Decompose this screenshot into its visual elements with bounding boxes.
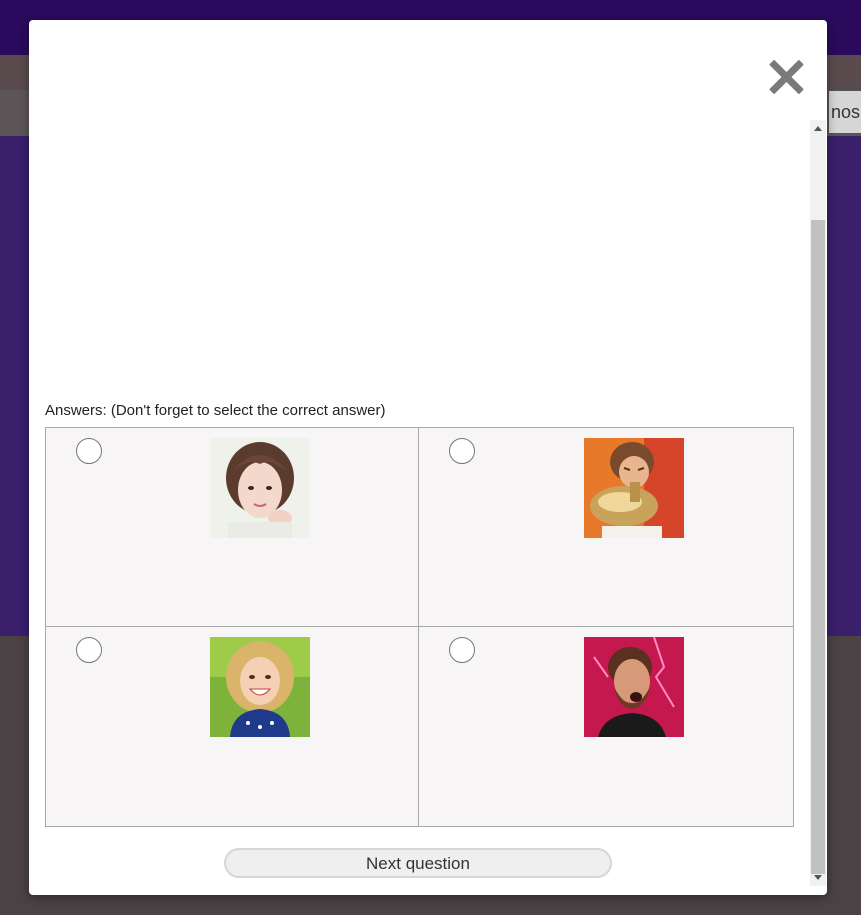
answer-image-4 [584,637,684,737]
next-question-button[interactable]: Next question [224,848,612,878]
answer-option-1[interactable] [45,427,419,627]
scroll-thumb[interactable] [811,220,825,874]
answer-radio-2[interactable] [449,438,475,464]
close-icon[interactable] [767,58,805,96]
answer-radio-4[interactable] [449,637,475,663]
answer-option-4[interactable] [419,627,794,827]
modal-scrollbar[interactable] [810,120,826,886]
answer-image-1 [210,438,310,538]
answer-radio-1[interactable] [76,438,102,464]
background-tab[interactable]: nos [828,90,861,134]
answers-grid [45,427,794,827]
answer-radio-3[interactable] [76,637,102,663]
answer-option-2[interactable] [419,427,794,627]
answer-image-2 [584,438,684,538]
answer-image-3 [210,637,310,737]
answers-label: Answers: (Don't forget to select the cor… [45,402,386,419]
scroll-down-arrow-icon[interactable] [814,875,822,880]
answer-option-3[interactable] [45,627,419,827]
scroll-up-arrow-icon[interactable] [814,126,822,131]
question-modal: Answers: (Don't forget to select the cor… [29,20,827,895]
